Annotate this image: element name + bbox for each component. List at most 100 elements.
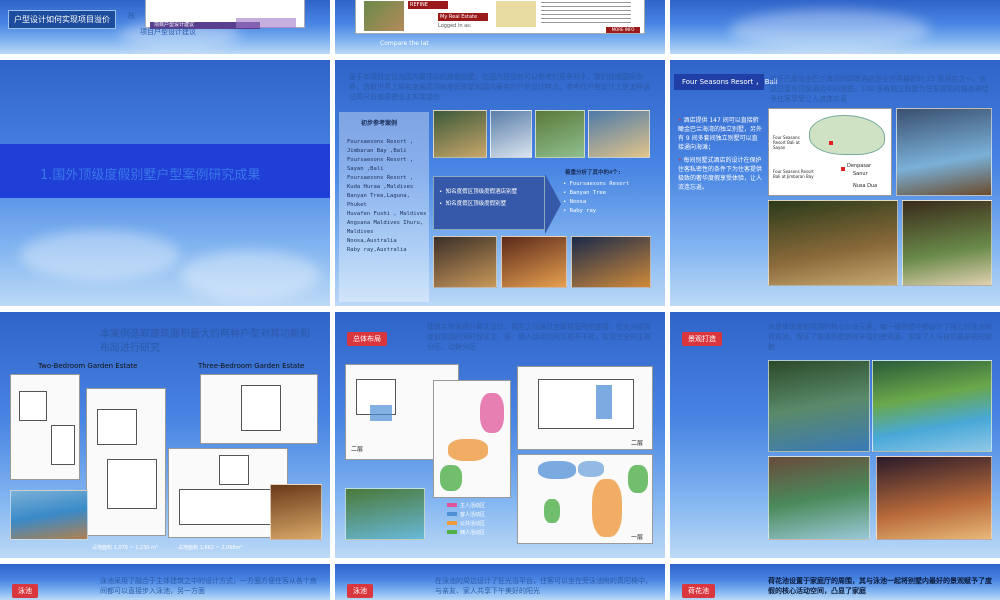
bullet-item: • 每间别墅式酒店的设计在保护住客私密性的条件下为住客提供极致的奢华度假享受体验… (678, 156, 762, 192)
slide-thumbnail-9[interactable]: 景观打造 水是体现度假氛围的核心价值元素，每一幢别墅中都设计了独立的泳池和荷花池… (670, 312, 1000, 558)
slide-tag: 景观打造 (682, 332, 722, 346)
resort-photo (433, 236, 497, 288)
reference-item: Noosa,Australia (347, 238, 397, 244)
plan-area: 占地面积 1,076 ~ 1,230 m² (92, 545, 159, 551)
slide-deco-bar (236, 18, 296, 28)
slide-thumbnail-10[interactable]: 泳池 泳池采用了融合于主体建筑之中的设计方式，一方面方便住客从各个房间都可以直接… (0, 564, 330, 600)
resort-photo (588, 110, 650, 158)
resort-photo (345, 488, 425, 540)
slide-thumbnail-12[interactable]: 荷花池 荷花池设置于家庭厅的周围，其与泳池一起将别墅内最好的景观赋予了度假的核心… (670, 564, 1000, 600)
pick-label: Noosa (569, 199, 587, 205)
resort-photo (270, 484, 322, 540)
reference-list-panel: 初步参考案例 Foursaesons Resort , Jimbaran Bay… (339, 112, 429, 302)
slide-thumbnail-4[interactable]: 1.国外顶级度假别墅户型案例研究成果 (0, 60, 330, 306)
slide-note: 项目户型设计建议 (140, 28, 196, 36)
slide-tag: 泳池 (347, 584, 373, 598)
resort-photo (501, 236, 567, 288)
bullet-item: • 酒店提供 147 间可以直接俯瞰金巴兰海湾的独立别墅，另外有 9 间多套间独… (678, 116, 762, 152)
resort-photo (876, 456, 992, 540)
floor-label: 一层 (631, 534, 644, 541)
bullet-text: 每间别墅式酒店的设计在保护住客私密性的条件下为住客提供极致的奢华度假享受体验，让… (678, 157, 763, 191)
zone-highlight (440, 465, 462, 491)
legend-swatch (447, 512, 457, 516)
slide-thumbnail-2[interactable]: REFINE SEARCH My Real Estate Tools Logge… (335, 0, 665, 54)
case-bullet: • 知名度假区顶级度假别墅 (439, 201, 507, 207)
map-label: Four Seasons Resort Bali at Sayan (773, 135, 800, 150)
zone-highlight (596, 385, 612, 419)
map-thumbnail (496, 1, 536, 27)
resort-photo (490, 110, 532, 158)
slide-mid-text: 核 (128, 12, 135, 20)
zone-highlight (544, 499, 560, 523)
slide-thumbnail-1[interactable]: 项目户型设计建议 户型设计如何实现项目溢价 核 项目户型设计建议 (0, 0, 330, 54)
zoning-plan (433, 380, 511, 498)
zone-highlight (370, 405, 392, 421)
resort-photo (768, 456, 870, 540)
refine-search-label: REFINE SEARCH (408, 1, 448, 16)
webpage-photo (364, 1, 404, 31)
legend-item: 客人活动区 (447, 511, 485, 520)
slide-tag: 总体布局 (347, 332, 387, 346)
slide-thumbnail-8[interactable]: 总体布局 建筑主体采用分离式设计，相互之间通过连廊或庭院相连接，在充分提高度假氛… (335, 312, 665, 558)
legend-item: 主人活动区 (447, 502, 485, 511)
arrow-shape (545, 174, 561, 234)
zone-highlight (578, 461, 604, 477)
plan-label: Three-Bedroom Garden Estate (198, 362, 305, 370)
picks-list: • Foursaesons Resort • Banyan Tree • Noo… (563, 180, 629, 216)
reference-list: Foursaesons Resort , Jimbaran Bay ,Bali … (347, 138, 429, 255)
slide-tag: 户型设计如何实现项目溢价 (8, 10, 116, 29)
pick-label: Raby ray (569, 208, 597, 214)
legend-item: 佣人活动区 (447, 529, 485, 538)
slide-intro: 基于本项目定位为国内最顶尖的度假别墅，在国内还没有可以参考的竞争对手，我们放眼国… (349, 73, 650, 101)
slide-thumbnail-5[interactable]: 基于本项目定位为国内最顶尖的度假别墅，在国内还没有可以参考的竞争对手，我们放眼国… (335, 60, 665, 306)
slide-text: 荷花池设置于家庭厅的周围，其与泳池一起将别墅内最好的景观赋予了度假的核心活动空间… (768, 577, 992, 595)
zoning-plan (517, 454, 653, 544)
resort-photo (768, 200, 898, 286)
slide-tag: 荷花池 (682, 584, 715, 598)
zone-legend: 主人活动区 客人活动区 公共活动区 佣人活动区 (447, 502, 485, 538)
slide-thumbnail-11[interactable]: 泳池 在泳池的周边设计了狂光浴平台，住客可以坐在旁泳池附的真阳椅中，与亲友、家人… (335, 564, 665, 600)
zone-highlight (592, 479, 622, 537)
slide-title: 本案例选取建筑面积最大的两种户型对其功能和布局进行研究 (100, 329, 310, 354)
slide-thumbnail-7[interactable]: 本案例选取建筑面积最大的两种户型对其功能和布局进行研究 Two-Bedroom … (0, 312, 330, 558)
zone-highlight (538, 461, 576, 479)
listing-text (541, 2, 631, 26)
reference-item: Banyan Tree,Laguna, Phuket (347, 193, 410, 208)
resort-photo (535, 110, 585, 158)
island-shape (809, 115, 885, 155)
map-marker-icon (841, 167, 845, 171)
legend-swatch (447, 521, 457, 525)
reference-item: Raby ray,Australia (347, 247, 407, 253)
section-title: 1.国外顶级度假别墅户型案例研究成果 (40, 168, 261, 183)
map-label: Sanur (853, 171, 868, 177)
reference-item: Foursaesons Resort , Jimbaran Bay ,Bali (347, 139, 414, 154)
map-label: Four Seasons Resort Bali at Jimbaran Bay (773, 169, 814, 179)
reference-item: Foursaesons Resort , Sayan ,Bali (347, 157, 414, 172)
case-bullet-label: 知名度假区顶级度假酒店别墅 (445, 189, 518, 195)
floor-plan (10, 374, 80, 480)
webpage-screenshot: REFINE SEARCH My Real Estate Tools Logge… (355, 0, 645, 34)
legend-item: 公共活动区 (447, 520, 485, 529)
slide-text: 建筑主体采用分离式设计，相互之间通过连廊或庭院相连接，在充分提高度假氛围的同时保… (427, 323, 651, 351)
bullet-list: • 酒店提供 147 间可以直接俯瞰金巴兰海湾的独立别墅，另外有 9 间多套间独… (678, 116, 762, 192)
slide-text: 水是体现度假氛围的核心价值元素，每一幢别墅中都设计了独立的泳池和荷花池，保证了整… (768, 323, 992, 351)
case-bullet: • 知名度假区顶级度假酒店别墅 (439, 189, 518, 195)
slide-text: 泳池采用了融合于主体建筑之中的设计方式，一方面方便住客从各个房间都可以直接步入泳… (100, 577, 317, 595)
slide-thumbnail-6[interactable]: Four Seasons Resort ， Bali 位于巴厘岛金巴兰海湾的四季… (670, 60, 1000, 306)
zone-highlight (448, 439, 488, 461)
more-info-button[interactable]: MORE INFO (606, 27, 640, 33)
plan-label: Two-Bedroom Garden Estate (38, 362, 138, 370)
slide-intro: 位于巴厘岛金巴兰海湾的四季酒店是全世界最好的 25 家酒店之一。也是巴厘岛顶级酒… (770, 75, 989, 103)
pick-label: Banyan Tree (569, 190, 607, 196)
picks-title: 着重分析了其中的4个: (565, 170, 622, 176)
map-marker-icon (829, 141, 833, 145)
slide-thumbnail-3[interactable] (670, 0, 1000, 54)
legend-swatch (447, 530, 457, 534)
slide-text: 在泳池的周边设计了狂光浴平台，住客可以坐在旁泳池附的真阳椅中，与亲友、家人共享下… (435, 577, 652, 595)
case-bullet-label: 知名度假区顶级度假别墅 (445, 201, 507, 207)
zone-highlight (480, 393, 504, 433)
bali-map: Four Seasons Resort Bali at Sayan Four S… (768, 108, 892, 196)
map-label: Nusa Dua (853, 183, 878, 189)
plan-area: 占地面积 1,662 ~ 2,068m² (178, 545, 243, 551)
slide-caption: Compare the lat (380, 40, 429, 47)
